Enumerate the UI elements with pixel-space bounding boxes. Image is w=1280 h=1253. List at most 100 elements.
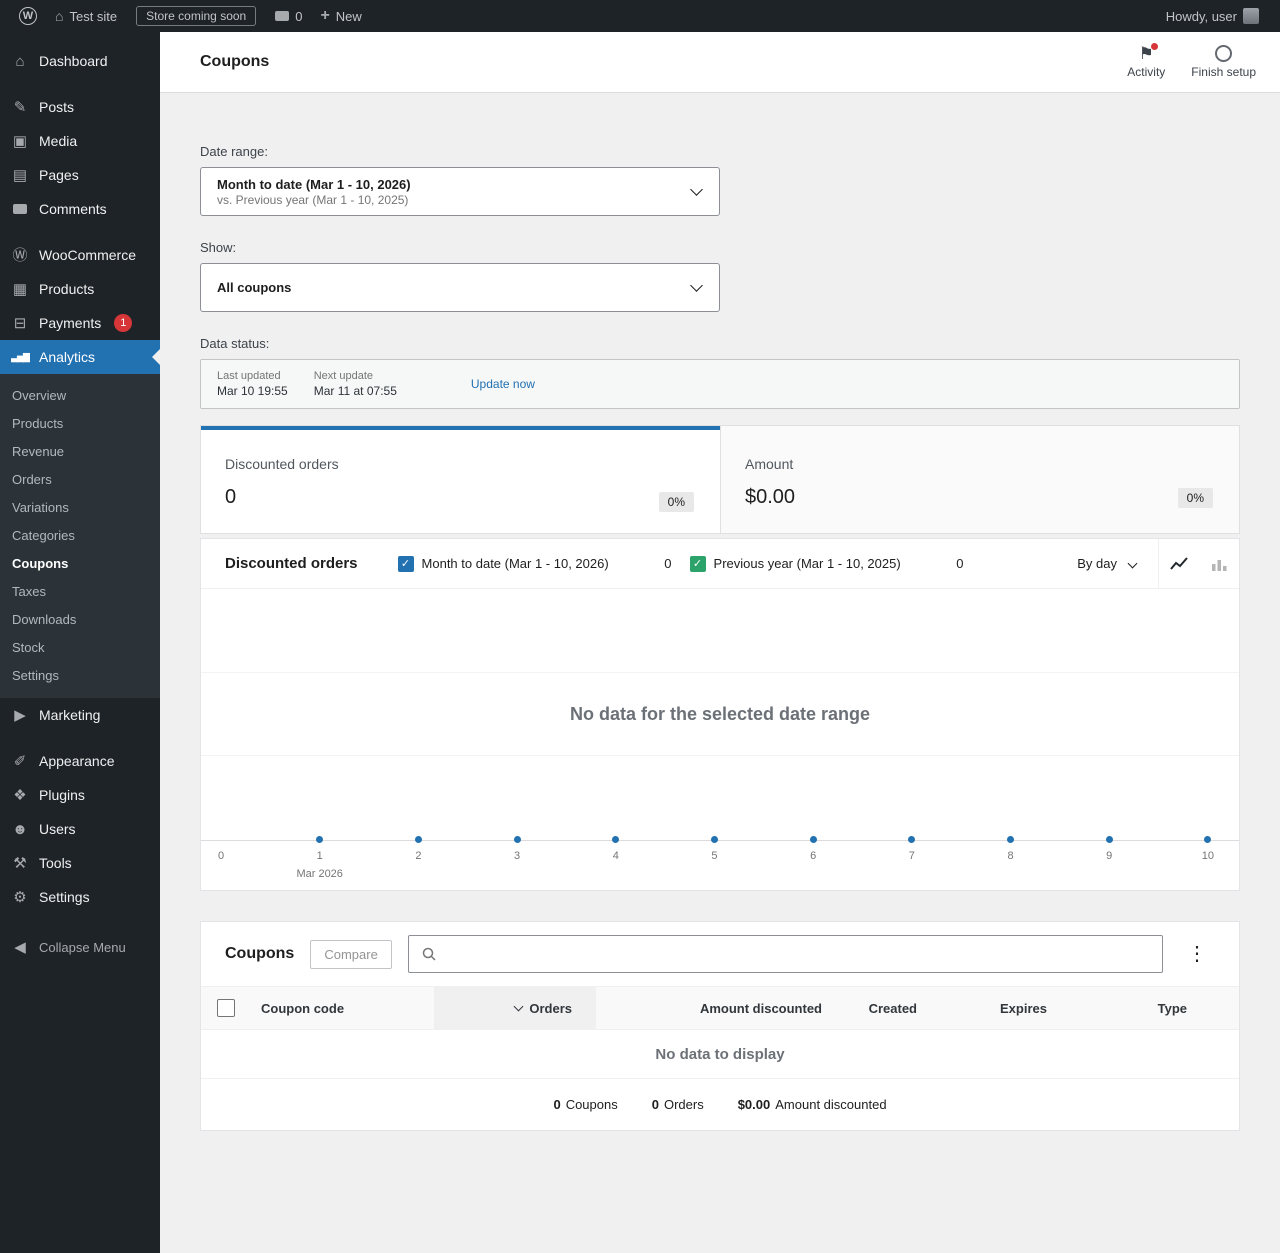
collapse-arrow-icon: ◀ (10, 940, 30, 955)
submenu-item-overview[interactable]: Overview (0, 382, 160, 410)
x-tick: 10 (1200, 836, 1216, 862)
submenu-item-variations[interactable]: Variations (0, 494, 160, 522)
sidebar-item-payments[interactable]: ⊟ Payments 1 (0, 306, 160, 340)
chart-header: Discounted orders ✓ Month to date (Mar 1… (201, 539, 1239, 589)
tools-icon: ⚒ (10, 856, 30, 871)
wordpress-admin: W ⌂ Test site Store coming soon 0 + New … (0, 0, 1280, 1253)
collapse-menu-button[interactable]: ◀ Collapse Menu (0, 930, 160, 964)
data-status-box: Last updated Mar 10 19:55 Next update Ma… (200, 359, 1240, 409)
settings-icon: ⚙ (10, 890, 30, 905)
bar-chart-button[interactable] (1199, 539, 1239, 588)
x-tick: 2 (410, 836, 426, 862)
analytics-submenu: Overview Products Revenue Orders Variati… (0, 374, 160, 698)
tick-dot (612, 836, 619, 843)
sidebar-item-settings[interactable]: ⚙ Settings (0, 880, 160, 914)
site-name-menu[interactable]: ⌂ Test site (46, 0, 126, 32)
sidebar-item-posts[interactable]: ✎ Posts (0, 90, 160, 124)
date-range-select[interactable]: Month to date (Mar 1 - 10, 2026) vs. Pre… (200, 167, 720, 216)
summary-card-discounted-orders[interactable]: Discounted orders 0 0% (201, 426, 720, 533)
sidebar-item-media[interactable]: ▣ Media (0, 124, 160, 158)
checkbox-checked-icon: ✓ (398, 556, 414, 572)
chart-empty-message: No data for the selected date range (570, 704, 870, 725)
summary-card-amount[interactable]: Amount $0.00 0% (720, 426, 1239, 533)
delta-badge: 0% (1178, 488, 1213, 508)
tick-dot (1204, 836, 1211, 843)
update-now-link[interactable]: Update now (471, 377, 535, 391)
submenu-item-downloads[interactable]: Downloads (0, 606, 160, 634)
sidebar-item-tools[interactable]: ⚒ Tools (0, 846, 160, 880)
submenu-item-revenue[interactable]: Revenue (0, 438, 160, 466)
submenu-item-taxes[interactable]: Taxes (0, 578, 160, 606)
menu-separator (0, 78, 160, 90)
sidebar-item-products[interactable]: ▦ Products (0, 272, 160, 306)
sidebar-item-comments[interactable]: Comments (0, 192, 160, 226)
sidebar-item-pages[interactable]: ▤ Pages (0, 158, 160, 192)
table-search[interactable] (408, 935, 1163, 973)
submenu-item-stock[interactable]: Stock (0, 634, 160, 662)
wordpress-logo-icon: W (19, 7, 37, 25)
submenu-item-coupons[interactable]: Coupons (0, 550, 160, 578)
products-icon: ▦ (10, 282, 30, 297)
table-menu-button[interactable]: ⋮ (1179, 940, 1215, 968)
setup-progress-icon (1215, 45, 1232, 62)
stat-amount-discounted: $0.00Amount discounted (738, 1097, 887, 1112)
x-tick: 4 (608, 836, 624, 862)
tick-dot (415, 836, 422, 843)
howdy-text: Howdy, user (1166, 9, 1237, 24)
activity-button[interactable]: ⚑ Activity (1127, 45, 1165, 79)
summary-numbers: Discounted orders 0 0% Amount $0.00 0% (200, 425, 1240, 534)
submenu-item-orders[interactable]: Orders (0, 466, 160, 494)
select-all-checkbox[interactable] (201, 987, 245, 1029)
column-amount-discounted[interactable]: Amount discounted (596, 987, 846, 1029)
analytics-icon: ▃▅▇ (10, 353, 30, 362)
wordpress-menu[interactable]: W (10, 0, 46, 32)
comment-bubble-icon (275, 11, 289, 21)
marketing-icon: ▶ (10, 708, 30, 723)
account-menu[interactable]: Howdy, user (1157, 0, 1268, 32)
new-content-menu[interactable]: + New (311, 0, 370, 32)
data-status-label: Data status: (200, 336, 1240, 351)
line-chart-button[interactable] (1159, 539, 1199, 588)
users-icon: ☻ (10, 822, 30, 837)
table-toolbar: Coupons Compare ⋮ (201, 922, 1239, 986)
legend-current-period[interactable]: ✓ Month to date (Mar 1 - 10, 2026) 0 (398, 556, 690, 572)
sidebar-item-dashboard[interactable]: ⌂ Dashboard (0, 44, 160, 78)
notification-dot (1151, 43, 1158, 50)
compare-button[interactable]: Compare (310, 940, 391, 969)
sidebar-item-woocommerce[interactable]: Ⓦ WooCommerce (0, 238, 160, 272)
interval-select[interactable]: By day (1055, 556, 1158, 571)
column-coupon-code[interactable]: Coupon code (245, 987, 434, 1029)
sidebar-item-appearance[interactable]: ✐ Appearance (0, 744, 160, 778)
search-input[interactable] (445, 947, 1150, 962)
sidebar-item-marketing[interactable]: ▶ Marketing (0, 698, 160, 732)
finish-setup-label: Finish setup (1191, 65, 1256, 79)
finish-setup-button[interactable]: Finish setup (1191, 45, 1256, 79)
submenu-item-products[interactable]: Products (0, 410, 160, 438)
x-tick: 7 (904, 836, 920, 862)
search-icon (421, 946, 437, 962)
plus-icon: + (320, 8, 329, 24)
sort-desc-icon (514, 1002, 524, 1012)
submenu-item-settings[interactable]: Settings (0, 662, 160, 690)
x-tick: 8 (1003, 836, 1019, 862)
tick-dot (514, 836, 521, 843)
woocommerce-icon: Ⓦ (10, 248, 30, 263)
column-expires[interactable]: Expires (941, 987, 1071, 1029)
x-month-label: Mar 2026 (296, 868, 342, 880)
sidebar-item-users[interactable]: ☻ Users (0, 812, 160, 846)
column-type[interactable]: Type (1071, 987, 1239, 1029)
submenu-item-categories[interactable]: Categories (0, 522, 160, 550)
sidebar-item-analytics[interactable]: ▃▅▇ Analytics (0, 340, 160, 374)
analytics-coupons-report: Date range: Month to date (Mar 1 - 10, 2… (160, 92, 1280, 1171)
legend-previous-period[interactable]: ✓ Previous year (Mar 1 - 10, 2025) 0 (690, 556, 982, 572)
comments-menu[interactable]: 0 (266, 0, 311, 32)
column-created[interactable]: Created (846, 987, 941, 1029)
column-orders-sorted[interactable]: Orders (434, 987, 596, 1029)
show-select[interactable]: All coupons (200, 263, 720, 312)
new-label: New (336, 9, 362, 24)
sidebar-item-plugins[interactable]: ❖ Plugins (0, 778, 160, 812)
x-tick: 6 (805, 836, 821, 862)
pages-icon: ▤ (10, 168, 30, 183)
menu-separator (0, 732, 160, 744)
page-title: Coupons (200, 53, 269, 71)
